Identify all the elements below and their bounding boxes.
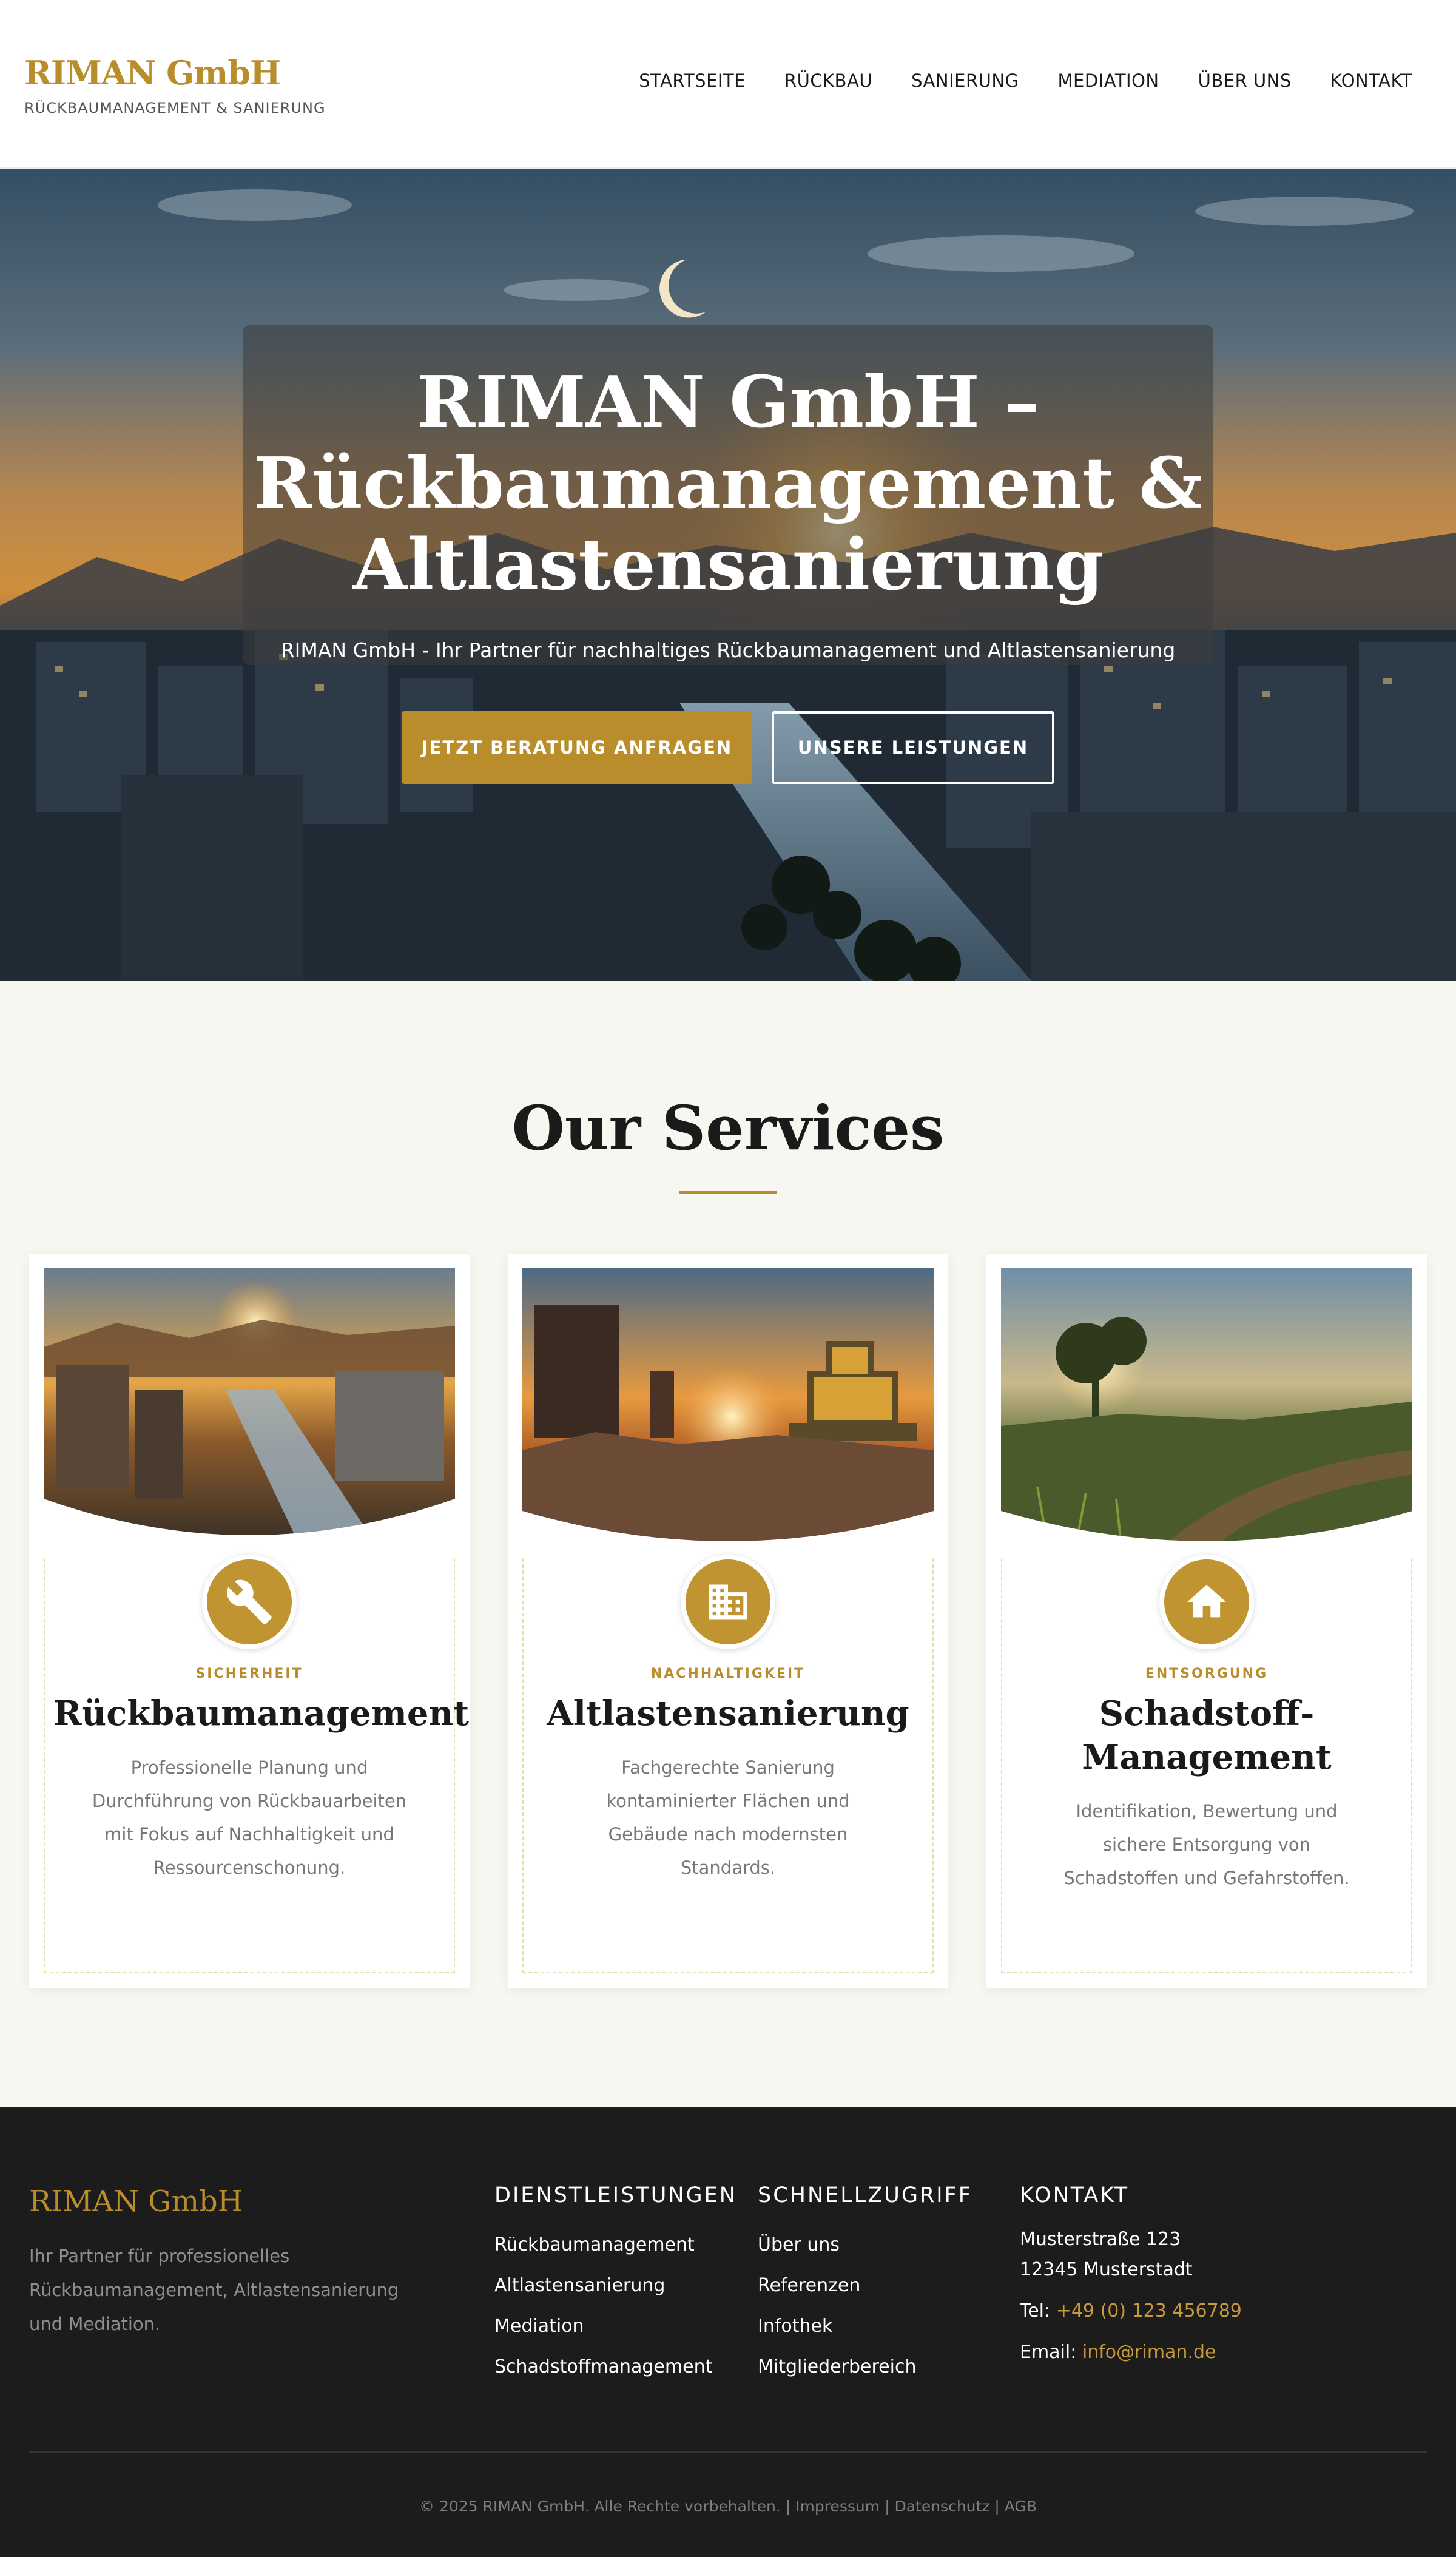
moon	[659, 259, 706, 318]
datenschutz-link[interactable]: Datenschutz	[894, 2498, 989, 2515]
service-card-altlasten[interactable]: NACHHALTIGKEIT Altlastensanierung Fachge…	[508, 1254, 948, 1988]
heading-underline	[679, 1191, 777, 1194]
card-description: Identifikation, Bewertung und sichere En…	[1063, 1801, 1350, 1888]
footer-address-line2: 12345 Musterstadt	[1020, 2259, 1193, 2280]
phone-label: Tel:	[1020, 2300, 1051, 2322]
nav-item-sanierung[interactable]: SANIERUNG	[911, 70, 1019, 91]
card-title: Altlastensanierung	[547, 1694, 909, 1734]
footer-link-altlasten[interactable]: Altlastensanierung	[494, 2265, 737, 2306]
hero-title: RIMAN GmbH – Rückbaumanagement & Altlast…	[253, 361, 1203, 606]
footer-link-rueckbau[interactable]: Rückbaumanagement	[494, 2224, 737, 2265]
footer-link-referenzen[interactable]: Referenzen	[758, 2265, 972, 2306]
nav-item-kontakt[interactable]: KONTAKT	[1330, 70, 1412, 91]
footer-link-schadstoff[interactable]: Schadstoffmanagement	[494, 2346, 737, 2387]
footer-link-mediation[interactable]: Mediation	[494, 2306, 737, 2346]
phone-link[interactable]: +49 (0) 123 456789	[1056, 2300, 1242, 2322]
footer-about: Ihr Partner für professionelles Rückbaum…	[29, 2246, 399, 2334]
nav-item-mediation[interactable]: MEDIATION	[1058, 70, 1159, 91]
footer-services-title: DIENSTLEISTUNGEN	[494, 2183, 737, 2207]
footer-phone-row: Tel: +49 (0) 123 456789	[1020, 2296, 1242, 2326]
copyright-text: © 2025 RIMAN GmbH. Alle Rechte vorbehalt…	[419, 2498, 781, 2515]
card-image-landscape	[1001, 1268, 1412, 1556]
nav-item-ueber-uns[interactable]: ÜBER UNS	[1198, 70, 1292, 91]
email-label: Email:	[1020, 2342, 1077, 2363]
consultation-button[interactable]: JETZT BERATUNG ANFRAGEN	[402, 711, 752, 784]
footer-contact-column: KONTAKT Musterstraße 123 12345 Mustersta…	[1020, 2183, 1242, 2368]
email-link[interactable]: info@riman.de	[1082, 2342, 1216, 2363]
service-card-rueckbau[interactable]: SICHERHEIT Rückbaumanagement Professione…	[29, 1254, 470, 1988]
home-icon	[1159, 1555, 1254, 1649]
site-header: RIMAN GmbH RÜCKBAUMANAGEMENT & SANIERUNG…	[0, 0, 1456, 169]
service-card-schadstoff[interactable]: ENTSORGUNG Schadstoff-Management Identif…	[986, 1254, 1427, 1988]
services-button[interactable]: UNSERE LEISTUNGEN	[772, 711, 1054, 784]
footer-contact-title: KONTAKT	[1020, 2183, 1129, 2207]
footer-email-row: Email: info@riman.de	[1020, 2337, 1242, 2368]
card-image-excavator	[522, 1268, 934, 1556]
services-section: Our Services SICHERHEIT Rückbaumanagemen…	[0, 981, 1456, 2107]
logo-tagline: RÜCKBAUMANAGEMENT & SANIERUNG	[24, 100, 326, 117]
building-icon	[681, 1555, 775, 1649]
card-tag: ENTSORGUNG	[1145, 1666, 1269, 1681]
footer-link-ueber-uns[interactable]: Über uns	[758, 2224, 972, 2265]
card-title: Rückbaumanagement	[53, 1694, 470, 1734]
card-tag: SICHERHEIT	[195, 1666, 303, 1681]
footer-link-infothek[interactable]: Infothek	[758, 2306, 972, 2346]
agb-link[interactable]: AGB	[1005, 2498, 1037, 2515]
nav-item-rueckbau[interactable]: RÜCKBAU	[784, 70, 872, 91]
logo-title[interactable]: RIMAN GmbH	[24, 53, 281, 92]
hero-section: RIMAN GmbH – Rückbaumanagement & Altlast…	[0, 169, 1456, 981]
services-heading: Our Services	[511, 1092, 945, 1164]
footer-services-column: DIENSTLEISTUNGEN Rückbaumanagement Altla…	[494, 2183, 737, 2387]
footer-brand: RIMAN GmbH	[29, 2184, 243, 2218]
clouds	[158, 189, 1414, 301]
card-title: Schadstoff-Management	[1082, 1694, 1332, 1777]
wrench-icon	[202, 1555, 297, 1649]
card-tag: NACHHALTIGKEIT	[650, 1666, 806, 1681]
main-nav: STARTSEITE RÜCKBAU SANIERUNG MEDIATION Ü…	[639, 70, 1412, 91]
impressum-link[interactable]: Impressum	[795, 2498, 880, 2515]
site-footer: RIMAN GmbH Ihr Partner für professionell…	[0, 2107, 1456, 2557]
nav-item-startseite[interactable]: STARTSEITE	[639, 70, 746, 91]
footer-link-mitglieder[interactable]: Mitgliederbereich	[758, 2346, 972, 2387]
footer-copyright-row: © 2025 RIMAN GmbH. Alle Rechte vorbehalt…	[419, 2498, 1037, 2515]
footer-quick-column: SCHNELLZUGRIFF Über uns Referenzen Infot…	[758, 2183, 972, 2387]
footer-divider	[29, 2451, 1427, 2453]
card-description: Fachgerechte Sanierung kontaminierter Fl…	[606, 1757, 850, 1878]
hero-subtitle: RIMAN GmbH - Ihr Partner für nachhaltige…	[280, 638, 1176, 662]
footer-quick-title: SCHNELLZUGRIFF	[758, 2183, 972, 2207]
footer-address-line1: Musterstraße 123	[1020, 2229, 1181, 2250]
card-description: Professionelle Planung und Durchführung …	[92, 1757, 407, 1878]
card-image-city-construction	[44, 1268, 455, 1556]
